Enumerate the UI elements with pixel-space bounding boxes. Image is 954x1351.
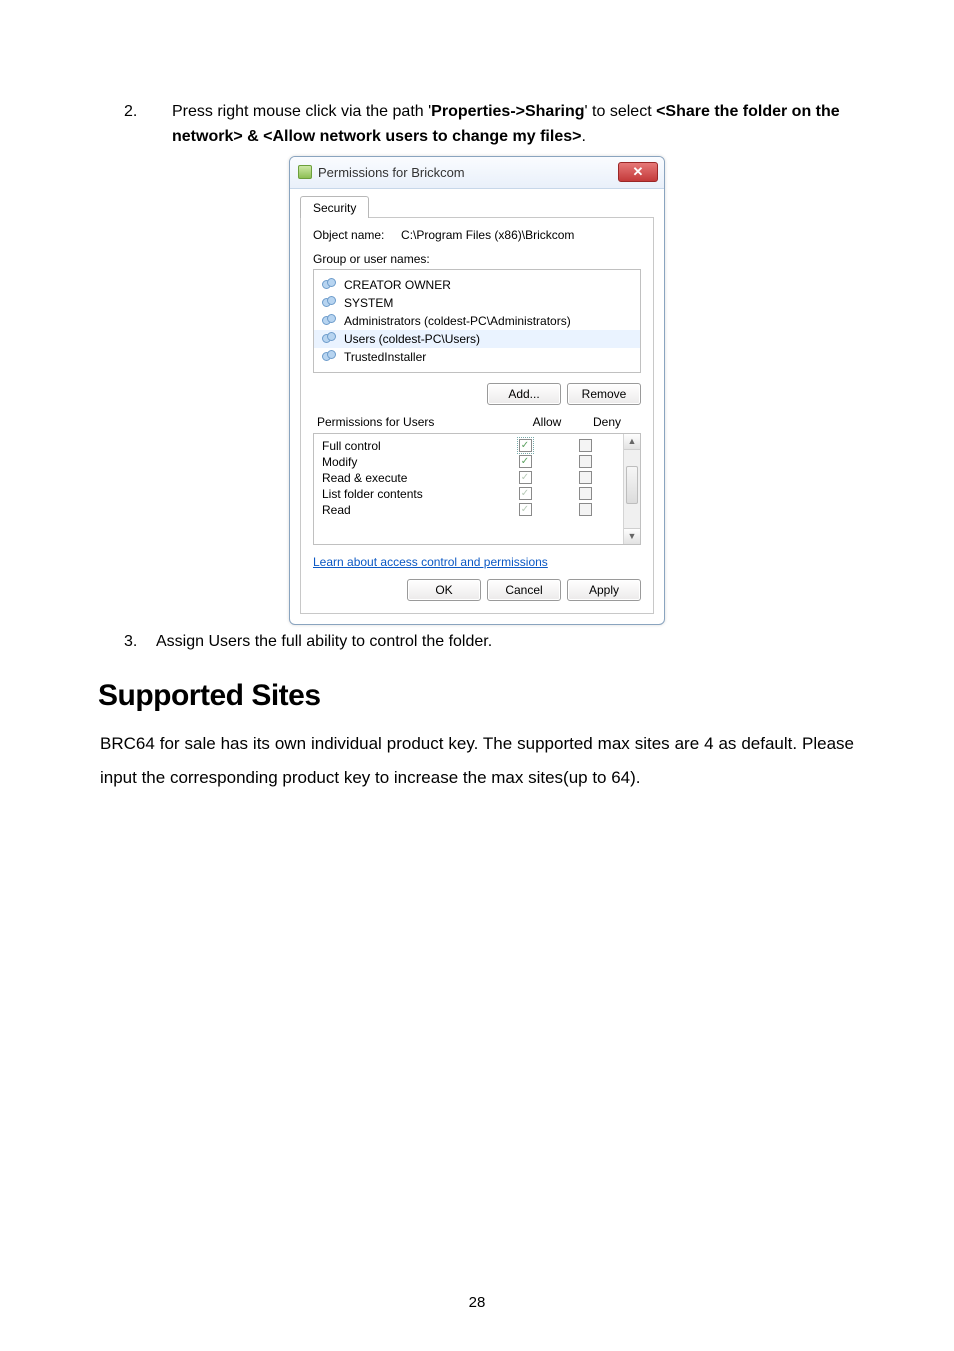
scroll-thumb[interactable]: [626, 466, 638, 504]
permission-name: Full control: [322, 439, 495, 453]
ok-button[interactable]: OK: [407, 579, 481, 601]
permission-name: Read: [322, 503, 495, 517]
group-item-users[interactable]: Users (coldest-PC\Users): [314, 330, 640, 348]
allow-checkbox: ✓: [519, 487, 532, 500]
allow-checkbox: ✓: [519, 503, 532, 516]
learn-link[interactable]: Learn about access control and permissio…: [313, 555, 548, 569]
add-button[interactable]: Add...: [487, 383, 561, 405]
page-number: 28: [0, 1294, 954, 1311]
tab-bar: Security: [290, 189, 664, 217]
permission-row: List folder contents ✓: [314, 486, 623, 502]
group-listbox[interactable]: CREATOR OWNER SYSTEM Administrators (col…: [313, 269, 641, 373]
group-icon: [322, 332, 338, 346]
group-item-label: Users (coldest-PC\Users): [344, 332, 480, 346]
deny-header: Deny: [577, 415, 637, 429]
allow-header: Allow: [517, 415, 577, 429]
permission-row: Read ✓: [314, 502, 623, 518]
step-3-text: Assign Users the full ability to control…: [156, 633, 492, 651]
dialog-title: Permissions for Brickcom: [318, 165, 465, 180]
permission-row: Full control ✓: [314, 438, 623, 454]
scroll-down-button[interactable]: ▼: [624, 528, 640, 544]
allow-checkbox[interactable]: ✓: [519, 439, 532, 452]
deny-checkbox[interactable]: [579, 487, 592, 500]
step-3: 3. Assign Users the full ability to cont…: [100, 633, 854, 651]
permissions-dialog: Permissions for Brickcom ✕ Security Obje…: [289, 156, 665, 625]
permission-row: Modify ✓: [314, 454, 623, 470]
tab-security[interactable]: Security: [300, 196, 369, 218]
permissions-header-row: Permissions for Users Allow Deny: [313, 413, 641, 431]
group-item-system[interactable]: SYSTEM: [314, 294, 640, 312]
step2-b1: Properties->Sharing: [431, 103, 584, 120]
step2-t1: Press right mouse click via the path ': [172, 103, 431, 120]
object-name-value: C:\Program Files (x86)\Brickcom: [401, 228, 574, 242]
object-name-label: Object name:: [313, 228, 384, 242]
permissions-scrollbar[interactable]: ▲ ▼: [623, 434, 640, 544]
supported-sites-paragraph: BRC64 for sale has its own individual pr…: [100, 727, 854, 797]
deny-checkbox[interactable]: [579, 471, 592, 484]
step2-t3: .: [581, 128, 585, 145]
group-item-label: Administrators (coldest-PC\Administrator…: [344, 314, 571, 328]
allow-checkbox: ✓: [519, 471, 532, 484]
deny-checkbox[interactable]: [579, 439, 592, 452]
allow-checkbox[interactable]: ✓: [519, 455, 532, 468]
permission-name: Modify: [322, 455, 495, 469]
group-icon: [322, 296, 338, 310]
group-item-creator-owner[interactable]: CREATOR OWNER: [314, 276, 640, 294]
permission-row: Read & execute ✓: [314, 470, 623, 486]
step2-t2: ' to select: [585, 103, 657, 120]
section-heading-supported-sites: Supported Sites: [98, 679, 854, 713]
deny-checkbox[interactable]: [579, 503, 592, 516]
permission-name: Read & execute: [322, 471, 495, 485]
close-button[interactable]: ✕: [618, 162, 658, 182]
remove-button[interactable]: Remove: [567, 383, 641, 405]
permission-name: List folder contents: [322, 487, 495, 501]
object-name-row: Object name: C:\Program Files (x86)\Bric…: [313, 228, 641, 242]
security-panel: Object name: C:\Program Files (x86)\Bric…: [300, 217, 654, 614]
step-2-text: Press right mouse click via the path 'Pr…: [172, 100, 854, 150]
group-icon: [322, 314, 338, 328]
group-names-label: Group or user names:: [313, 252, 641, 266]
group-item-label: TrustedInstaller: [344, 350, 426, 364]
cancel-button[interactable]: Cancel: [487, 579, 561, 601]
permissions-dialog-image: Permissions for Brickcom ✕ Security Obje…: [100, 156, 854, 625]
group-icon: [322, 278, 338, 292]
group-icon: [322, 350, 338, 364]
step-2-number: 2.: [100, 100, 172, 150]
scroll-up-button[interactable]: ▲: [624, 434, 640, 450]
deny-checkbox[interactable]: [579, 455, 592, 468]
group-item-label: CREATOR OWNER: [344, 278, 451, 292]
dialog-icon: [298, 165, 312, 179]
group-item-trustedinstaller[interactable]: TrustedInstaller: [314, 348, 640, 366]
dialog-titlebar: Permissions for Brickcom ✕: [290, 157, 664, 189]
group-item-label: SYSTEM: [344, 296, 393, 310]
permissions-header-label: Permissions for Users: [317, 415, 517, 429]
group-item-administrators[interactable]: Administrators (coldest-PC\Administrator…: [314, 312, 640, 330]
step-3-number: 3.: [100, 633, 156, 651]
step-2: 2. Press right mouse click via the path …: [100, 100, 854, 150]
permissions-listbox: Full control✓Modify✓Read & execute✓List …: [313, 433, 641, 545]
close-icon: ✕: [633, 164, 644, 180]
apply-button[interactable]: Apply: [567, 579, 641, 601]
